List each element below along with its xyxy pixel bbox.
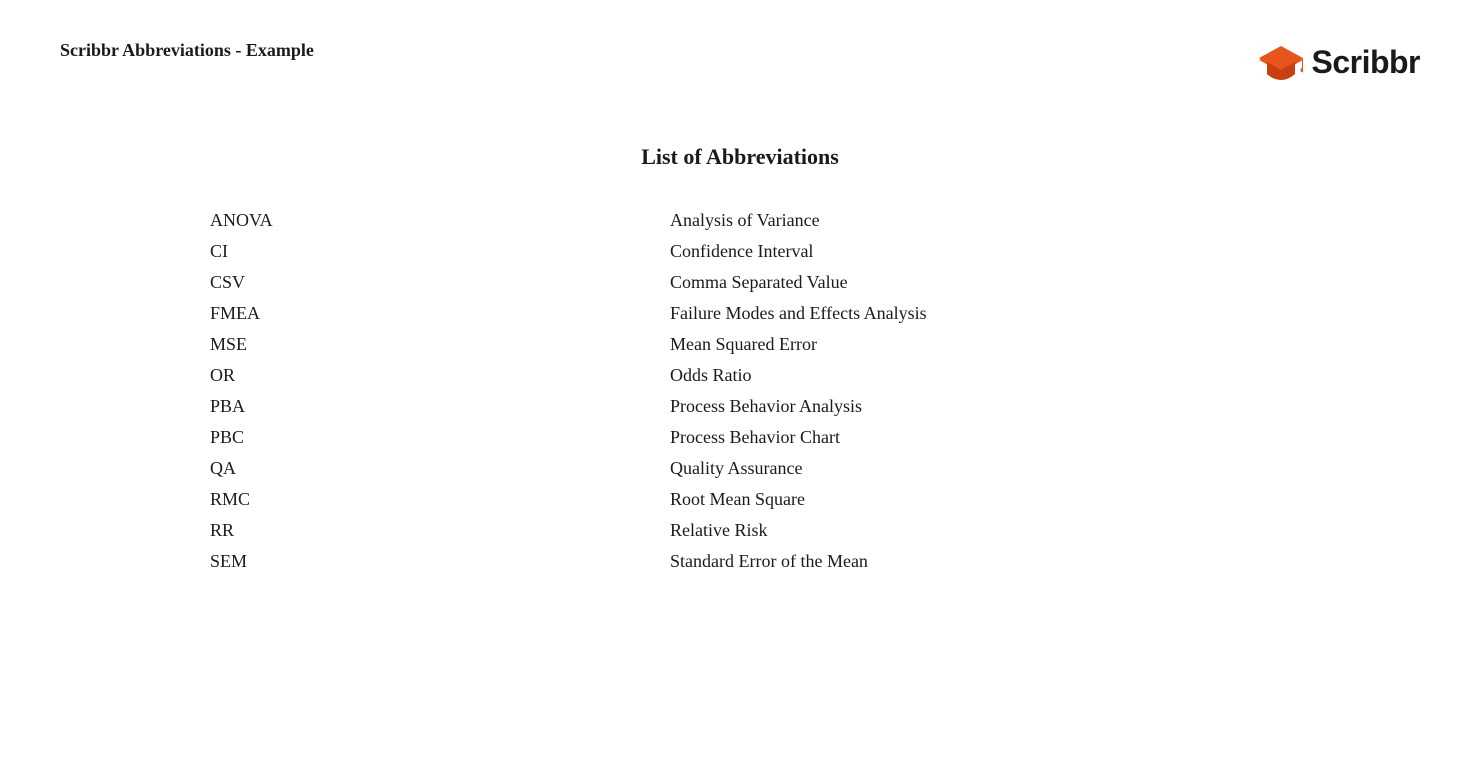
abbr-term: RR: [190, 520, 670, 541]
table-row: CIConfidence Interval: [190, 241, 1290, 262]
table-row: RMCRoot Mean Square: [190, 489, 1290, 510]
table-row: QAQuality Assurance: [190, 458, 1290, 479]
abbr-term: PBA: [190, 396, 670, 417]
main-content: List of Abbreviations ANOVAAnalysis of V…: [60, 144, 1420, 582]
abbr-definition: Comma Separated Value: [670, 272, 1290, 293]
abbr-term: MSE: [190, 334, 670, 355]
page-container: Scribbr Abbreviations - Example Scribbr …: [0, 0, 1480, 772]
table-row: FMEAFailure Modes and Effects Analysis: [190, 303, 1290, 324]
list-heading: List of Abbreviations: [641, 144, 839, 170]
abbr-definition: Root Mean Square: [670, 489, 1290, 510]
abbr-term: SEM: [190, 551, 670, 572]
header: Scribbr Abbreviations - Example Scribbr: [60, 40, 1420, 84]
abbr-term: CI: [190, 241, 670, 262]
abbr-term: OR: [190, 365, 670, 386]
scribbr-logo-text: Scribbr: [1311, 44, 1420, 81]
abbr-definition: Confidence Interval: [670, 241, 1290, 262]
abbr-definition: Relative Risk: [670, 520, 1290, 541]
abbr-definition: Mean Squared Error: [670, 334, 1290, 355]
abbr-term: PBC: [190, 427, 670, 448]
scribbr-logo: Scribbr: [1259, 40, 1420, 84]
abbr-definition: Odds Ratio: [670, 365, 1290, 386]
abbr-term: CSV: [190, 272, 670, 293]
abbr-definition: Analysis of Variance: [670, 210, 1290, 231]
abbr-definition: Quality Assurance: [670, 458, 1290, 479]
abbr-definition: Process Behavior Chart: [670, 427, 1290, 448]
abbr-term: ANOVA: [190, 210, 670, 231]
abbreviations-table: ANOVAAnalysis of VarianceCIConfidence In…: [190, 210, 1290, 582]
abbr-definition: Process Behavior Analysis: [670, 396, 1290, 417]
abbr-term: RMC: [190, 489, 670, 510]
abbr-term: QA: [190, 458, 670, 479]
abbr-term: FMEA: [190, 303, 670, 324]
table-row: PBAProcess Behavior Analysis: [190, 396, 1290, 417]
table-row: PBCProcess Behavior Chart: [190, 427, 1290, 448]
table-row: CSVComma Separated Value: [190, 272, 1290, 293]
table-row: RRRelative Risk: [190, 520, 1290, 541]
table-row: MSEMean Squared Error: [190, 334, 1290, 355]
table-row: OROdds Ratio: [190, 365, 1290, 386]
table-row: ANOVAAnalysis of Variance: [190, 210, 1290, 231]
page-title: Scribbr Abbreviations - Example: [60, 40, 314, 61]
abbr-definition: Standard Error of the Mean: [670, 551, 1290, 572]
scribbr-logo-icon: [1259, 40, 1303, 84]
abbr-definition: Failure Modes and Effects Analysis: [670, 303, 1290, 324]
table-row: SEMStandard Error of the Mean: [190, 551, 1290, 572]
